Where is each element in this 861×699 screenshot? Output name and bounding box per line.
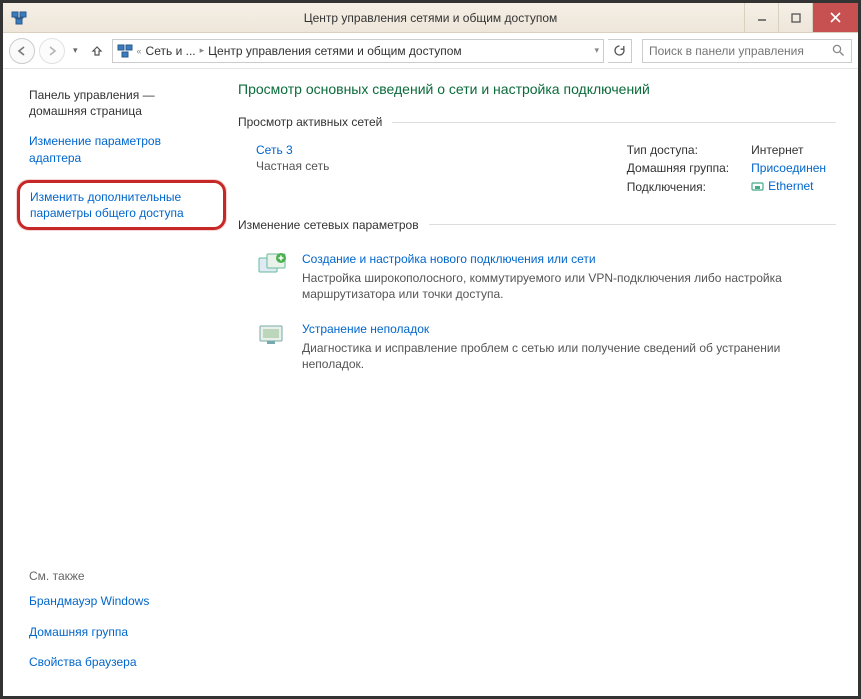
connection-link[interactable]: Ethernet bbox=[768, 179, 813, 193]
breadcrumb-segment[interactable]: Сеть и ... bbox=[146, 44, 196, 58]
new-connection-item: Создание и настройка нового подключения … bbox=[238, 246, 836, 316]
chevron-left-icon: « bbox=[137, 46, 142, 56]
network-center-icon bbox=[11, 10, 27, 26]
main-content: Просмотр основных сведений о сети и наст… bbox=[228, 69, 858, 696]
sidebar-sharing-link[interactable]: Изменить дополнительные параметры общего… bbox=[30, 189, 213, 221]
new-connection-icon bbox=[256, 252, 288, 280]
sidebar-adapter-link[interactable]: Изменение параметров адаптера bbox=[29, 133, 214, 165]
sidebar-homegroup-link[interactable]: Домашняя группа bbox=[29, 624, 214, 640]
sidebar-browser-link[interactable]: Свойства браузера bbox=[29, 654, 214, 670]
active-networks-header: Просмотр активных сетей bbox=[238, 115, 836, 129]
search-input[interactable] bbox=[649, 44, 826, 58]
history-dropdown[interactable]: ▾ bbox=[69, 45, 82, 56]
new-connection-link[interactable]: Создание и настройка нового подключения … bbox=[302, 252, 596, 266]
troubleshoot-link[interactable]: Устранение неполадок bbox=[302, 322, 429, 336]
connections-label: Подключения: bbox=[627, 180, 729, 194]
homegroup-label: Домашняя группа: bbox=[627, 161, 729, 175]
access-value: Интернет bbox=[751, 143, 826, 157]
window-title: Центр управления сетями и общим доступом bbox=[3, 11, 858, 25]
section-label: Изменение сетевых параметров bbox=[238, 218, 419, 232]
window-controls bbox=[744, 3, 858, 32]
up-button[interactable] bbox=[86, 40, 108, 62]
breadcrumb-segment[interactable]: Центр управления сетями и общим доступом bbox=[208, 44, 462, 58]
address-dropdown[interactable]: ▾ bbox=[594, 45, 599, 56]
network-center-icon bbox=[117, 43, 133, 59]
sidebar-home-link[interactable]: Панель управления — домашняя страница bbox=[29, 87, 214, 119]
network-name: Сеть 3 bbox=[256, 143, 627, 157]
address-bar[interactable]: « Сеть и ... ▸ Центр управления сетями и… bbox=[112, 39, 604, 63]
troubleshoot-item: Устранение неполадок Диагностика и испра… bbox=[238, 316, 836, 386]
page-title: Просмотр основных сведений о сети и наст… bbox=[238, 81, 836, 97]
back-button[interactable] bbox=[9, 38, 35, 64]
chevron-right-icon: ▸ bbox=[200, 45, 205, 56]
maximize-button[interactable] bbox=[778, 3, 812, 32]
search-icon bbox=[832, 44, 845, 57]
forward-button[interactable] bbox=[39, 38, 65, 64]
new-connection-desc: Настройка широкополосного, коммутируемог… bbox=[302, 270, 826, 302]
network-type: Частная сеть bbox=[256, 159, 627, 173]
active-network-panel: Сеть 3 Частная сеть Тип доступа: Интерне… bbox=[238, 143, 836, 218]
sidebar-firewall-link[interactable]: Брандмауэр Windows bbox=[29, 593, 214, 609]
titlebar: Центр управления сетями и общим доступом bbox=[3, 3, 858, 33]
troubleshoot-desc: Диагностика и исправление проблем с сеть… bbox=[302, 340, 826, 372]
homegroup-link[interactable]: Присоединен bbox=[751, 161, 826, 175]
close-button[interactable] bbox=[812, 3, 858, 32]
toolbar: ▾ « Сеть и ... ▸ Центр управления сетями… bbox=[3, 33, 858, 69]
change-settings-header: Изменение сетевых параметров bbox=[238, 218, 836, 232]
see-also-label: См. также bbox=[29, 569, 214, 583]
section-label: Просмотр активных сетей bbox=[238, 115, 382, 129]
sidebar-sharing-highlight: Изменить дополнительные параметры общего… bbox=[17, 180, 226, 230]
troubleshoot-icon bbox=[256, 322, 288, 350]
search-box[interactable] bbox=[642, 39, 852, 63]
refresh-button[interactable] bbox=[608, 39, 632, 63]
minimize-button[interactable] bbox=[744, 3, 778, 32]
access-label: Тип доступа: bbox=[627, 143, 729, 157]
ethernet-icon bbox=[751, 180, 764, 193]
sidebar: Панель управления — домашняя страница Из… bbox=[3, 69, 228, 696]
